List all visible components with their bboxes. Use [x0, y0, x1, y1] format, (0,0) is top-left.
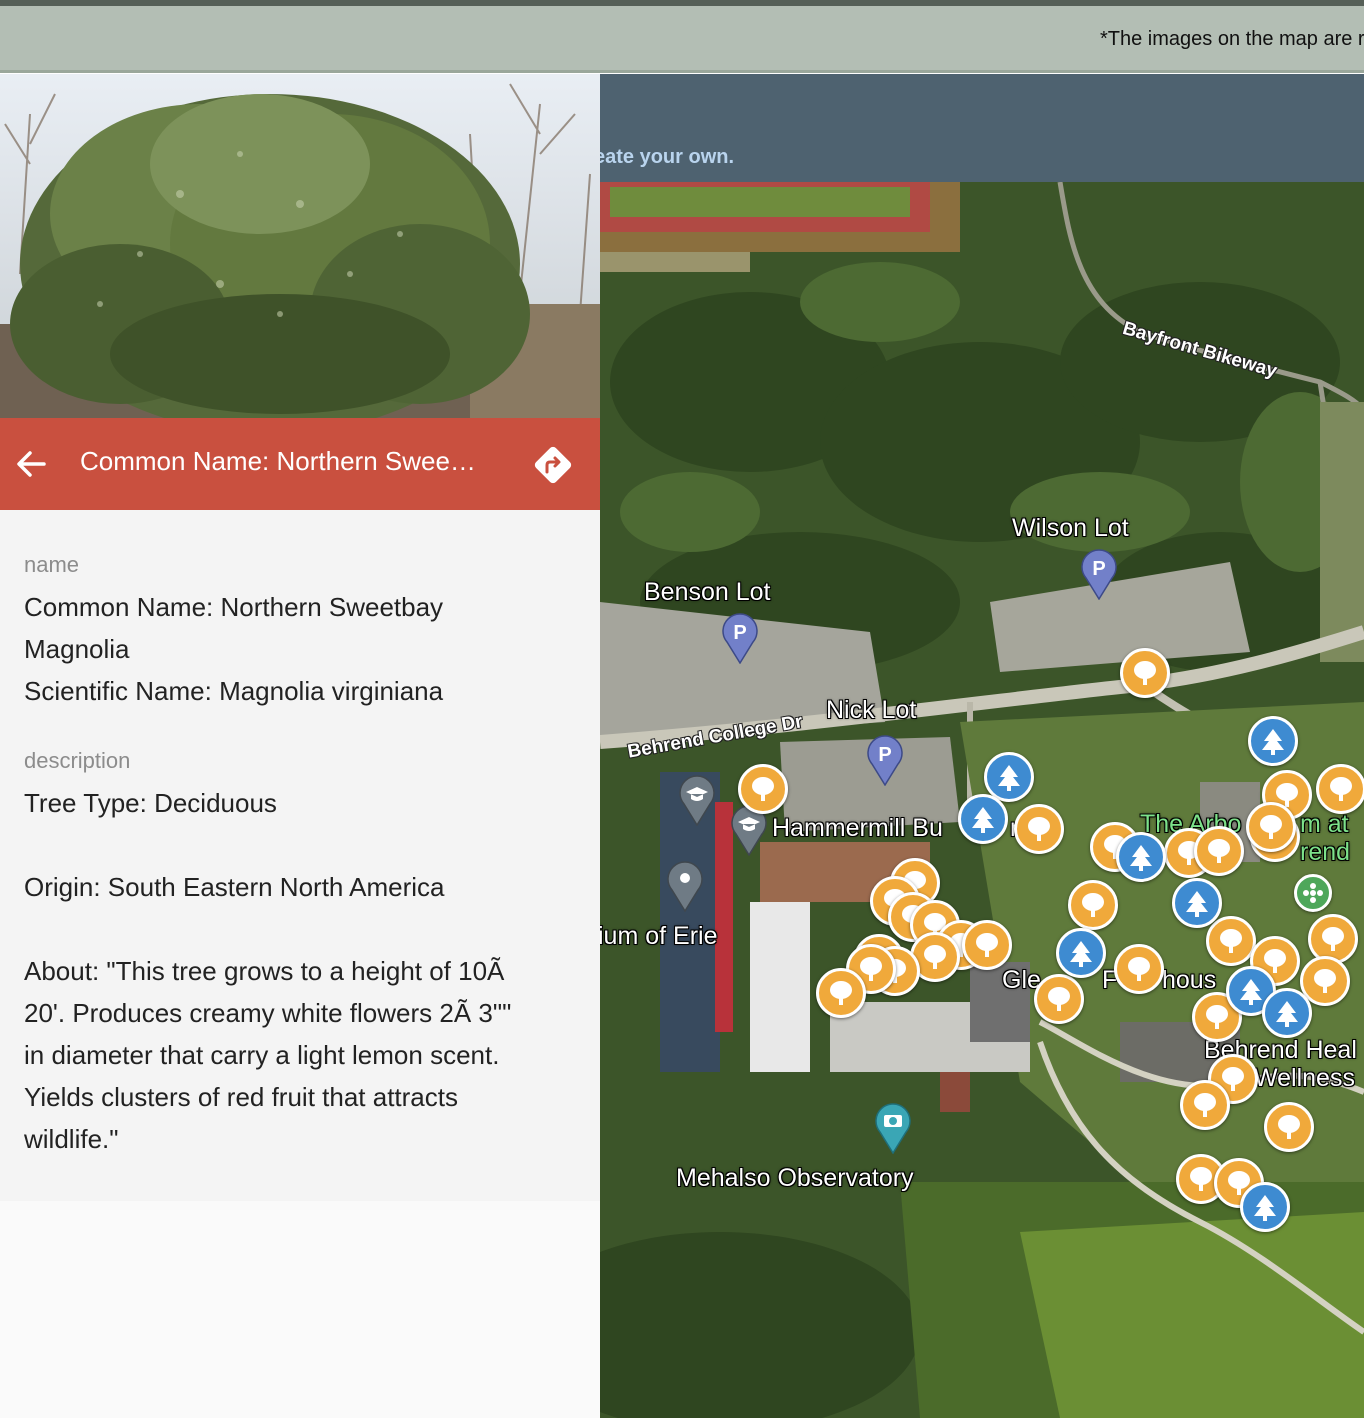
- tree-icon: [1220, 929, 1242, 953]
- label-benson-lot: Benson Lot: [644, 578, 771, 606]
- tree-photo: [0, 74, 600, 418]
- tree-marker[interactable]: [1120, 648, 1170, 698]
- pine-tree-icon: [972, 807, 994, 833]
- conifer-marker[interactable]: [1116, 832, 1166, 882]
- directions-icon: [534, 446, 572, 484]
- conifer-marker[interactable]: [1262, 988, 1312, 1038]
- label-mehalso-observatory: Mehalso Observatory: [676, 1164, 914, 1192]
- tree-marker[interactable]: [1114, 944, 1164, 994]
- tree-marker[interactable]: [1194, 826, 1244, 876]
- map-header-text: eate your own.: [600, 146, 735, 168]
- tree-marker[interactable]: [816, 968, 866, 1018]
- conifer-marker[interactable]: [1240, 1182, 1290, 1232]
- feature-details: name Common Name: Northern Sweetbay Magn…: [0, 510, 600, 1201]
- arrow-left-icon: [17, 451, 46, 477]
- label-arboretum-c: rend: [1300, 838, 1351, 866]
- parking-icon: P: [1081, 549, 1117, 600]
- name-value: Common Name: Northern Sweetbay Magnolia …: [24, 592, 444, 706]
- parking-marker[interactable]: P: [721, 612, 759, 664]
- tree-marker[interactable]: [1264, 1102, 1314, 1152]
- tree-marker[interactable]: [1034, 974, 1084, 1024]
- svg-text:P: P: [1092, 558, 1105, 580]
- parking-icon: P: [722, 613, 758, 664]
- tree-marker[interactable]: [1068, 880, 1118, 930]
- label-health-b: Wellness: [1254, 1064, 1355, 1092]
- label-wilson-lot: Wilson Lot: [1012, 514, 1129, 542]
- flower-icon: [1303, 883, 1323, 903]
- label-museum-of-erie: ium of Erie: [600, 922, 718, 950]
- svg-text:P: P: [878, 744, 891, 766]
- camera-icon: [875, 1103, 911, 1154]
- pine-tree-icon: [1262, 729, 1284, 755]
- school-marker[interactable]: [678, 774, 716, 826]
- tree-marker[interactable]: [962, 920, 1012, 970]
- pine-tree-icon: [1130, 845, 1152, 871]
- detail-title-bar: Common Name: Northern Swee…: [0, 418, 600, 510]
- tree-icon: [1314, 969, 1336, 993]
- graduation-cap-icon: [679, 775, 715, 826]
- panel-blank-area: [0, 1201, 600, 1418]
- detail-panel: Common Name: Northern Swee… name Common …: [0, 74, 600, 1418]
- description-label: description: [24, 748, 131, 773]
- satellite-map[interactable]: Behrend College Dr Bayfront Bikeway Wils…: [600, 182, 1364, 1418]
- garden-marker[interactable]: [1294, 874, 1332, 912]
- tree-icon: [1322, 927, 1344, 951]
- tree-icon: [1208, 839, 1230, 863]
- tree-icon: [1278, 1115, 1300, 1139]
- conifer-marker[interactable]: [1056, 928, 1106, 978]
- conifer-marker[interactable]: [1172, 878, 1222, 928]
- camera-marker[interactable]: [874, 1102, 912, 1154]
- tree-icon: [1048, 987, 1070, 1011]
- svg-text:P: P: [733, 622, 746, 644]
- tree-marker[interactable]: [1014, 804, 1064, 854]
- tree-icon: [1260, 815, 1282, 839]
- label-glenhill-c: hous: [1162, 966, 1217, 994]
- directions-button[interactable]: [530, 442, 576, 488]
- parking-marker[interactable]: P: [866, 734, 904, 786]
- parking-marker[interactable]: P: [1080, 548, 1118, 600]
- tree-icon: [976, 933, 998, 957]
- parking-icon: P: [867, 735, 903, 786]
- pine-tree-icon: [1186, 891, 1208, 917]
- tree-icon: [1028, 817, 1050, 841]
- notice-text: *The images on the map are r: [1100, 28, 1364, 50]
- pine-tree-icon: [1254, 1195, 1276, 1221]
- conifer-marker[interactable]: [1248, 716, 1298, 766]
- conifer-marker[interactable]: [958, 794, 1008, 844]
- tree-marker[interactable]: [738, 764, 788, 814]
- tree-marker[interactable]: [1180, 1080, 1230, 1130]
- pine-tree-icon: [998, 765, 1020, 791]
- notice-bar: *The images on the map are r: [0, 6, 1364, 73]
- tree-icon: [752, 777, 774, 801]
- tree-marker[interactable]: [1246, 802, 1296, 852]
- back-button[interactable]: [10, 442, 54, 486]
- feature-title: Common Name: Northern Swee…: [80, 446, 476, 476]
- pine-tree-icon: [1276, 1001, 1298, 1027]
- tree-icon: [830, 981, 852, 1005]
- tree-icon: [1128, 957, 1150, 981]
- tree-icon: [1330, 777, 1352, 801]
- label-nick-lot: Nick Lot: [826, 696, 917, 724]
- tree-marker[interactable]: [1316, 764, 1364, 814]
- tree-icon: [1082, 893, 1104, 917]
- description-value: Tree Type: Deciduous Origin: South Easte…: [24, 788, 512, 1154]
- map-header: eate your own.: [600, 74, 1364, 182]
- dot-pin-icon: [667, 861, 703, 912]
- name-label: name: [24, 552, 80, 577]
- location-marker[interactable]: [666, 860, 704, 912]
- tree-icon: [1194, 1093, 1216, 1117]
- pine-tree-icon: [1070, 941, 1092, 967]
- tree-icon: [1134, 661, 1156, 685]
- label-hammermill: Hammermill Bu: [772, 814, 943, 842]
